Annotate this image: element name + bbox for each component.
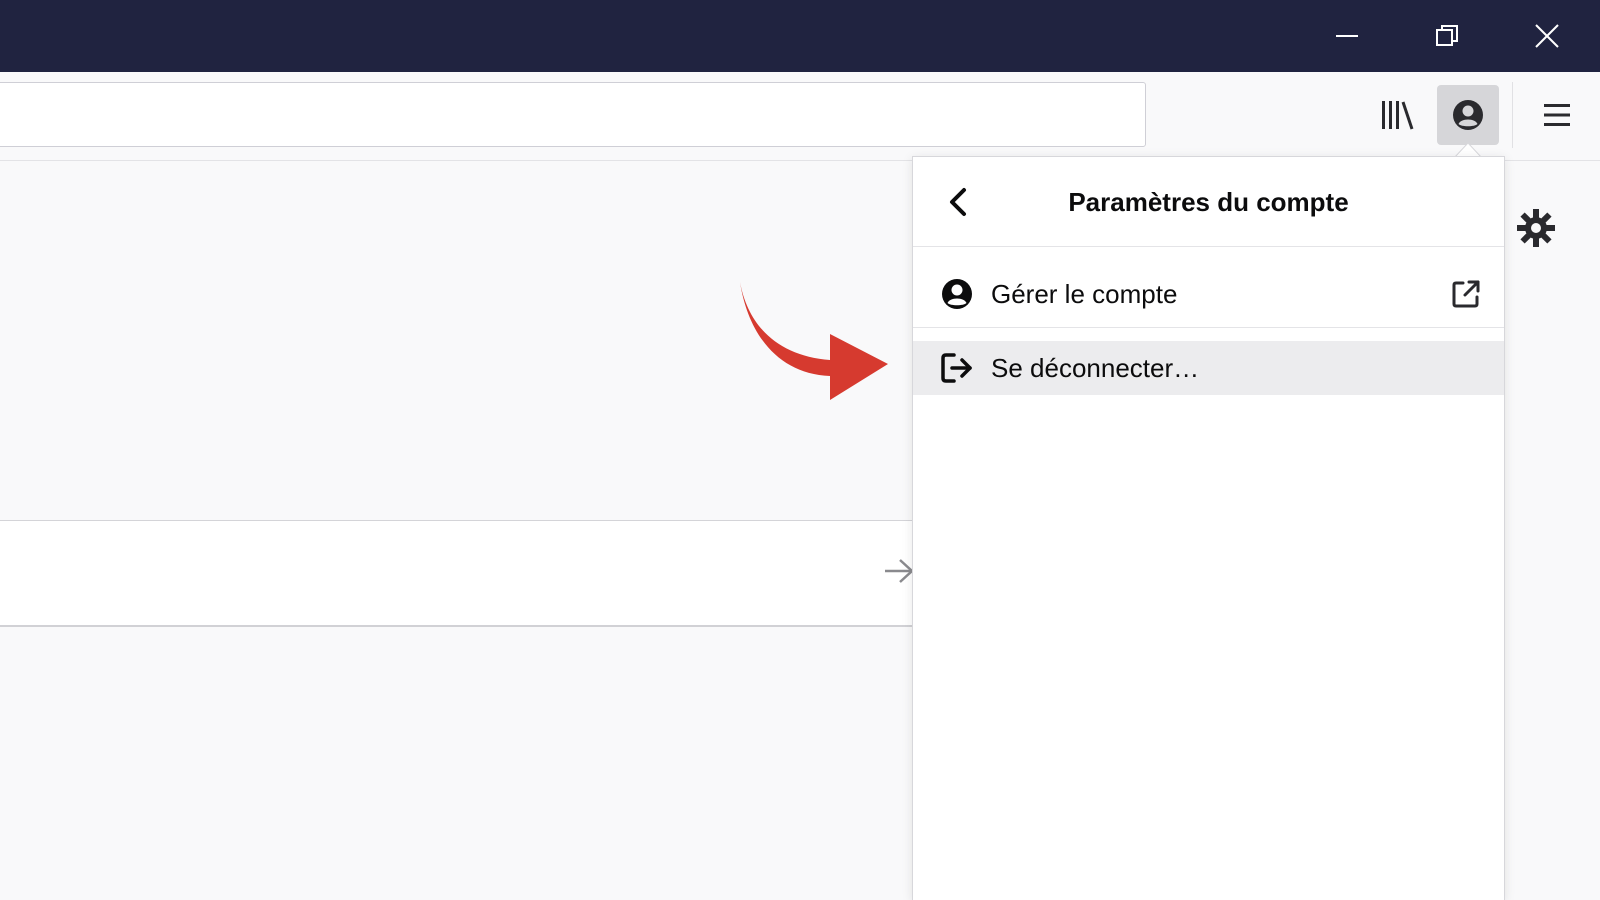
- hamburger-menu-icon: [1544, 104, 1570, 126]
- back-button[interactable]: [935, 179, 981, 225]
- chevron-left-icon: [950, 188, 966, 216]
- sign-out-icon: [939, 350, 975, 386]
- toolbar-separator: [1512, 82, 1513, 148]
- manage-account-label: Gérer le compte: [991, 278, 1178, 309]
- external-link-icon: [1452, 280, 1480, 308]
- library-button[interactable]: [1370, 86, 1424, 144]
- account-circle-icon: [939, 276, 975, 312]
- sign-out-label: Se déconnecter…: [991, 352, 1200, 383]
- close-window-button[interactable]: [1502, 0, 1592, 72]
- account-button[interactable]: [1437, 85, 1499, 145]
- account-icon: [1453, 100, 1483, 130]
- gear-icon[interactable]: [1514, 206, 1558, 250]
- panel-separator: [913, 327, 1504, 328]
- manage-account-item[interactable]: Gérer le compte: [913, 267, 1504, 321]
- sign-out-item[interactable]: Se déconnecter…: [913, 341, 1504, 395]
- content-search-box[interactable]: [0, 520, 912, 627]
- restore-button[interactable]: [1402, 0, 1492, 72]
- arrow-right-icon[interactable]: [884, 556, 914, 586]
- close-icon: [1535, 24, 1559, 48]
- minimize-icon: [1336, 35, 1358, 37]
- navigation-toolbar: [0, 72, 1600, 161]
- account-settings-panel: Paramètres du compte Gérer le compte Se …: [912, 156, 1505, 900]
- open-menu-button[interactable]: [1530, 86, 1584, 144]
- restore-icon: [1436, 25, 1458, 46]
- annotation-arrow-icon: [740, 282, 888, 400]
- window-titlebar: [0, 0, 1600, 72]
- minimize-button[interactable]: [1302, 0, 1392, 72]
- panel-title: Paramètres du compte: [1068, 187, 1349, 217]
- panel-header: Paramètres du compte: [913, 157, 1504, 247]
- url-bar[interactable]: [0, 82, 1146, 147]
- library-icon: [1382, 101, 1414, 130]
